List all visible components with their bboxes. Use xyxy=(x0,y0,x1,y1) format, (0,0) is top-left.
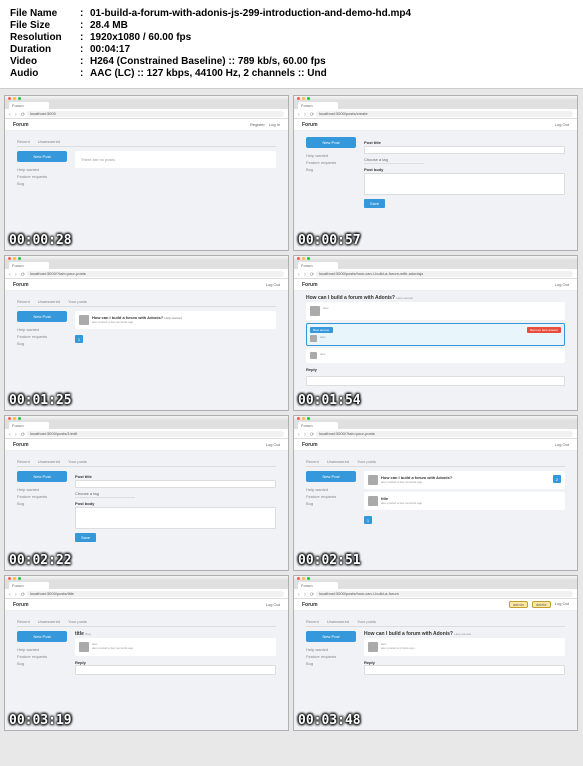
post-item[interactable]: titlealex posted a few seconds ago xyxy=(364,492,565,510)
thread-title: How can I build a forum with Adonis? Hel… xyxy=(306,295,565,301)
label-video: Video xyxy=(10,56,80,67)
register-link[interactable]: Register xyxy=(250,122,265,127)
save-button[interactable]: Save xyxy=(364,199,385,208)
reply-input[interactable] xyxy=(75,665,276,675)
post-title-input[interactable] xyxy=(364,146,565,154)
label-post-title: Post title xyxy=(364,140,565,145)
tag-select[interactable]: Choose a tag xyxy=(364,156,424,164)
thumbnail-7: Forum ‹›⟳localhost:3000/posts/title Foru… xyxy=(4,575,289,731)
minimize-icon xyxy=(13,97,16,100)
logout-link[interactable]: Log Out xyxy=(555,122,569,127)
thumbnail-2: Forum ‹›⟳localhost:3000/posts/create For… xyxy=(293,95,578,251)
reply-count: 2 xyxy=(553,475,561,483)
value-filesize: 28.4 MB xyxy=(90,20,128,31)
post-body-input[interactable] xyxy=(75,507,276,529)
filter-tabs: Recent Unanswered xyxy=(17,137,276,147)
admin-button[interactable]: admin xyxy=(509,601,528,608)
sidebar-item-help[interactable]: Help wanted xyxy=(17,166,67,173)
best-answer: Best answerRemove best answer alex xyxy=(306,323,565,346)
label-resolution: Resolution xyxy=(10,32,80,43)
post-item[interactable]: How can I build a forum with Adonis?alex… xyxy=(364,471,565,489)
login-link[interactable]: Log In xyxy=(269,122,280,127)
sidebar: New Post Help wantedFeature requestsBug xyxy=(17,151,67,187)
label-audio: Audio xyxy=(10,68,80,79)
app-title: Forum xyxy=(13,122,29,128)
value-resolution: 1920x1080 / 60.00 fps xyxy=(90,32,191,43)
url-input[interactable]: localhost:3000/posts/create xyxy=(316,111,573,117)
label-filesize: File Size xyxy=(10,20,80,31)
page-number[interactable]: 1 xyxy=(364,516,372,524)
remove-best-button[interactable]: Remove best answer xyxy=(527,327,561,333)
app-header: Forum Register Log In xyxy=(5,119,288,131)
thumbnail-8: Forum ‹›⟳localhost:3000/posts/how-can-i-… xyxy=(293,575,578,731)
delete-button[interactable]: delete xyxy=(532,601,551,608)
thumbnails-grid: Forum ‹›⟳localhost:3000 Forum Register Lo… xyxy=(0,89,583,737)
thumbnail-1: Forum ‹›⟳localhost:3000 Forum Register Lo… xyxy=(4,95,289,251)
value-filename: 01-build-a-forum-with-adonis-js-299-intr… xyxy=(90,8,411,19)
url-input[interactable]: localhost:3000/?tab=your-posts xyxy=(316,431,573,437)
label-filename: File Name xyxy=(10,8,80,19)
tag-select[interactable]: Choose a tag xyxy=(75,490,135,498)
url-input[interactable]: localhost:3000/posts/how-can-i-build-a-f… xyxy=(316,271,573,277)
tab-recent[interactable]: Recent xyxy=(17,139,30,144)
url-input[interactable]: localhost:3000/posts/how-can-i-build-a-f… xyxy=(316,591,573,597)
address-bar: ‹›⟳localhost:3000 xyxy=(5,109,288,119)
label-post-body: Post body xyxy=(364,167,565,172)
post-title-input[interactable] xyxy=(75,480,276,488)
tab-unanswered[interactable]: Unanswered xyxy=(38,139,60,144)
reply-input[interactable] xyxy=(364,665,565,675)
browser-tab[interactable]: Forum xyxy=(9,102,49,109)
new-post-button[interactable]: New Post xyxy=(306,137,356,148)
url-input[interactable]: localhost:3000/posts/1/edit xyxy=(27,431,284,437)
label-duration: Duration xyxy=(10,44,80,55)
best-answer-badge: Best answer xyxy=(310,327,333,333)
maximize-icon xyxy=(18,97,21,100)
reload-icon[interactable]: ⟳ xyxy=(21,112,25,116)
post-body-input[interactable] xyxy=(364,173,565,195)
reply-heading: Reply xyxy=(306,367,565,372)
browser-tabs: Forum xyxy=(5,101,288,109)
forward-icon[interactable]: › xyxy=(15,112,19,116)
url-input[interactable]: localhost:3000 xyxy=(27,111,284,117)
thumbnail-4: Forum ‹›⟳localhost:3000/posts/how-can-i-… xyxy=(293,255,578,411)
avatar xyxy=(79,315,89,325)
value-audio: AAC (LC) :: 127 kbps, 44100 Hz, 2 channe… xyxy=(90,68,327,79)
thumbnail-5: Forum ‹›⟳localhost:3000/posts/1/edit For… xyxy=(4,415,289,571)
sidebar-item-bug[interactable]: Bug xyxy=(17,180,67,187)
post-item[interactable]: How can I build a forum with Adonis? Hel… xyxy=(75,311,276,329)
sidebar-item-feature[interactable]: Feature requests xyxy=(17,173,67,180)
url-input[interactable]: localhost:3000/?tab=your-posts xyxy=(27,271,284,277)
page-number[interactable]: 1 xyxy=(75,335,83,343)
save-button[interactable]: Save xyxy=(75,533,96,542)
value-video: H264 (Constrained Baseline) :: 789 kb/s,… xyxy=(90,56,326,67)
back-icon[interactable]: ‹ xyxy=(9,112,13,116)
close-icon xyxy=(8,97,11,100)
url-input[interactable]: localhost:3000/posts/title xyxy=(27,591,284,597)
empty-state: There are no posts. xyxy=(75,151,276,168)
file-info-panel: File Name:01-build-a-forum-with-adonis-j… xyxy=(0,0,583,89)
new-post-button[interactable]: New Post xyxy=(17,151,67,162)
reply-input[interactable] xyxy=(306,376,565,386)
thumbnail-3: Forum ‹›⟳localhost:3000/?tab=your-posts … xyxy=(4,255,289,411)
timestamp: 00:00:28 xyxy=(9,233,72,248)
value-duration: 00:04:17 xyxy=(90,44,130,55)
thumbnail-6: Forum ‹›⟳localhost:3000/?tab=your-posts … xyxy=(293,415,578,571)
